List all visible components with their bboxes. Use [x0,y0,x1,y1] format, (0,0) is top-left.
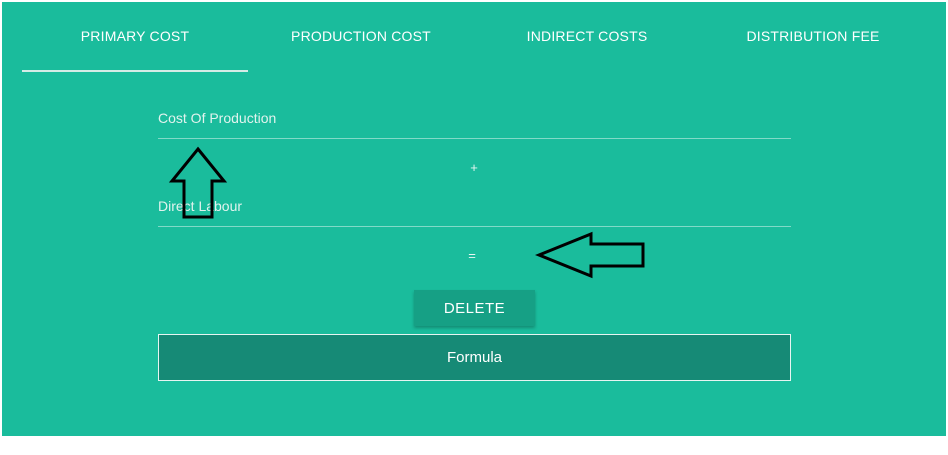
delete-button-label: DELETE [443,299,506,317]
cost-of-production-field [158,98,791,139]
tab-distribution-fee[interactable]: DISTRIBUTION FEE [700,2,926,70]
direct-labour-field [158,186,791,227]
tab-indirect-costs[interactable]: INDIRECT COSTS [474,2,700,70]
tab-label: PRIMARY COST [80,28,190,44]
formula-button[interactable]: Formula [158,334,791,381]
tab-bar: PRIMARY COST PRODUCTION COST INDIRECT CO… [22,2,926,72]
plus-operator: + [470,160,478,175]
cost-of-production-input[interactable] [158,98,791,138]
tab-label: INDIRECT COSTS [526,28,648,44]
tab-primary-cost[interactable]: PRIMARY COST [22,2,248,72]
arrow-left-icon [535,231,645,279]
tab-label: PRODUCTION COST [291,28,431,44]
equals-operator: = [468,248,476,263]
primary-cost-panel: PRIMARY COST PRODUCTION COST INDIRECT CO… [2,2,946,436]
delete-button[interactable]: DELETE [414,290,535,326]
arrow-up-icon [168,146,228,219]
formula-button-label: Formula [446,349,502,366]
tab-label: DISTRIBUTION FEE [746,28,880,44]
direct-labour-input[interactable] [158,186,791,226]
tab-production-cost[interactable]: PRODUCTION COST [248,2,474,70]
